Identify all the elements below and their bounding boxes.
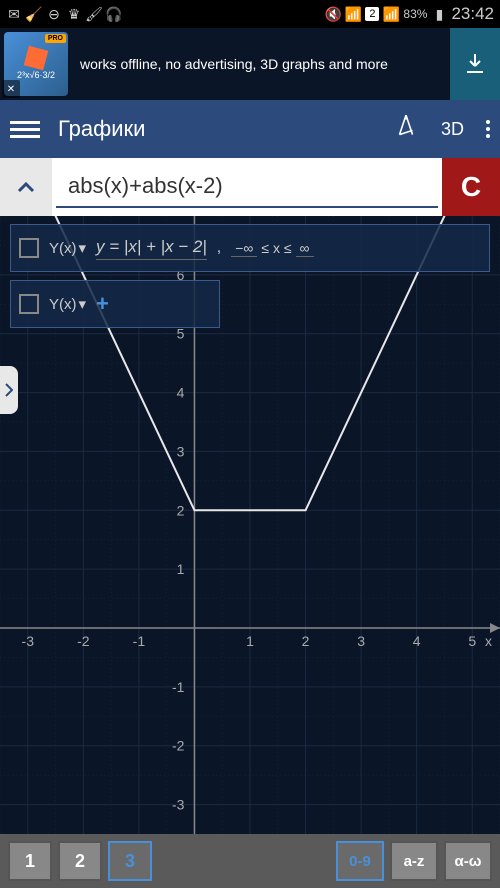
brush-icon: 🖌 — [86, 6, 102, 22]
svg-text:-1: -1 — [133, 633, 146, 649]
function-checkbox[interactable] — [19, 238, 39, 258]
battery-text: 83% — [403, 7, 427, 21]
function-type-dropdown[interactable]: Y(x) ▾ — [49, 295, 86, 313]
clock-text: 23:42 — [451, 4, 494, 24]
svg-text:5: 5 — [468, 633, 476, 649]
page-title: Графики — [58, 116, 393, 142]
svg-text:3: 3 — [357, 633, 365, 649]
svg-text:-1: -1 — [172, 679, 185, 695]
svg-text:4: 4 — [413, 633, 421, 649]
sim-icon: 2 — [365, 7, 379, 21]
keyboard-mode-a-z[interactable]: a-z — [390, 841, 438, 881]
svg-text:-2: -2 — [172, 738, 185, 754]
graph-area[interactable]: -3-2-112345-3-2-1123456x Y(x) ▾ y = |x| … — [0, 216, 500, 834]
compass-icon[interactable] — [393, 113, 419, 145]
more-menu-button[interactable] — [486, 120, 490, 138]
pro-badge: PRO — [45, 34, 66, 43]
function-range[interactable]: −∞ ≤ x ≤ ∞ — [231, 240, 313, 257]
status-bar: ✉ 🧹 ⊖ ♛ 🖌 🎧 🔇 📶 2 📶 83% ▮ 23:42 — [0, 0, 500, 28]
svg-text:x: x — [485, 633, 492, 649]
keyboard-mode-α-ω[interactable]: α-ω — [444, 841, 492, 881]
svg-text:3: 3 — [177, 443, 185, 459]
signal-icon: 📶 — [383, 6, 399, 22]
app-header: Графики 3D — [0, 100, 500, 158]
function-row-2[interactable]: Y(x) ▾ + — [10, 280, 220, 328]
download-icon — [463, 52, 487, 76]
add-function-button[interactable]: + — [96, 291, 109, 317]
svg-text:1: 1 — [246, 633, 254, 649]
function-list: Y(x) ▾ y = |x| + |x − 2| , −∞ ≤ x ≤ ∞ Y(… — [10, 224, 490, 336]
side-expand-button[interactable] — [0, 366, 18, 414]
wifi-icon: 📶 — [345, 6, 361, 22]
clear-button[interactable]: C — [442, 158, 500, 216]
ad-banner[interactable]: PRO 2³x√6·3/2 works offline, no advertis… — [0, 28, 500, 100]
mail-icon: ✉ — [6, 6, 22, 22]
svg-text:4: 4 — [177, 385, 185, 401]
cube-icon — [24, 46, 48, 70]
status-right: 🔇 📶 2 📶 83% ▮ 23:42 — [325, 4, 494, 24]
chevron-up-icon — [17, 181, 35, 193]
page-button-1[interactable]: 1 — [8, 841, 52, 881]
headphones-icon: 🎧 — [106, 6, 122, 22]
cleaner-icon: 🧹 — [26, 6, 42, 22]
formula-input[interactable]: abs(x)+abs(x-2) — [56, 166, 438, 208]
crown-icon: ♛ — [66, 6, 82, 22]
bottom-toolbar: 123 0-9a-zα-ω — [0, 834, 500, 888]
svg-text:2: 2 — [302, 633, 310, 649]
chevron-right-icon — [5, 383, 13, 397]
formula-input-row: abs(x)+abs(x-2) C — [0, 158, 500, 216]
svg-text:1: 1 — [177, 561, 185, 577]
status-left: ✉ 🧹 ⊖ ♛ 🖌 🎧 — [6, 6, 122, 22]
svg-text:-3: -3 — [22, 633, 35, 649]
keyboard-mode-0-9[interactable]: 0-9 — [336, 841, 384, 881]
chevron-down-icon: ▾ — [79, 239, 87, 257]
download-button[interactable] — [450, 28, 500, 100]
function-type-dropdown[interactable]: Y(x) ▾ — [49, 239, 86, 257]
collapse-button[interactable] — [0, 158, 52, 216]
ad-formula: 2³x√6·3/2 — [17, 70, 55, 80]
function-checkbox[interactable] — [19, 294, 39, 314]
svg-text:-3: -3 — [172, 797, 185, 813]
menu-button[interactable] — [10, 121, 40, 138]
function-row-1[interactable]: Y(x) ▾ y = |x| + |x − 2| , −∞ ≤ x ≤ ∞ — [10, 224, 490, 272]
header-actions: 3D — [393, 113, 490, 145]
minus-icon: ⊖ — [46, 6, 62, 22]
svg-text:2: 2 — [177, 502, 185, 518]
svg-text:-2: -2 — [77, 633, 90, 649]
battery-icon: ▮ — [431, 6, 447, 22]
page-button-3[interactable]: 3 — [108, 841, 152, 881]
mute-icon: 🔇 — [325, 6, 341, 22]
function-formula[interactable]: y = |x| + |x − 2| — [96, 237, 207, 260]
page-button-2[interactable]: 2 — [58, 841, 102, 881]
ad-close-button[interactable]: ✕ — [2, 80, 20, 98]
chevron-down-icon: ▾ — [79, 295, 87, 313]
ad-text: works offline, no advertising, 3D graphs… — [72, 56, 450, 72]
comma: , — [217, 239, 221, 257]
3d-toggle[interactable]: 3D — [441, 119, 464, 140]
